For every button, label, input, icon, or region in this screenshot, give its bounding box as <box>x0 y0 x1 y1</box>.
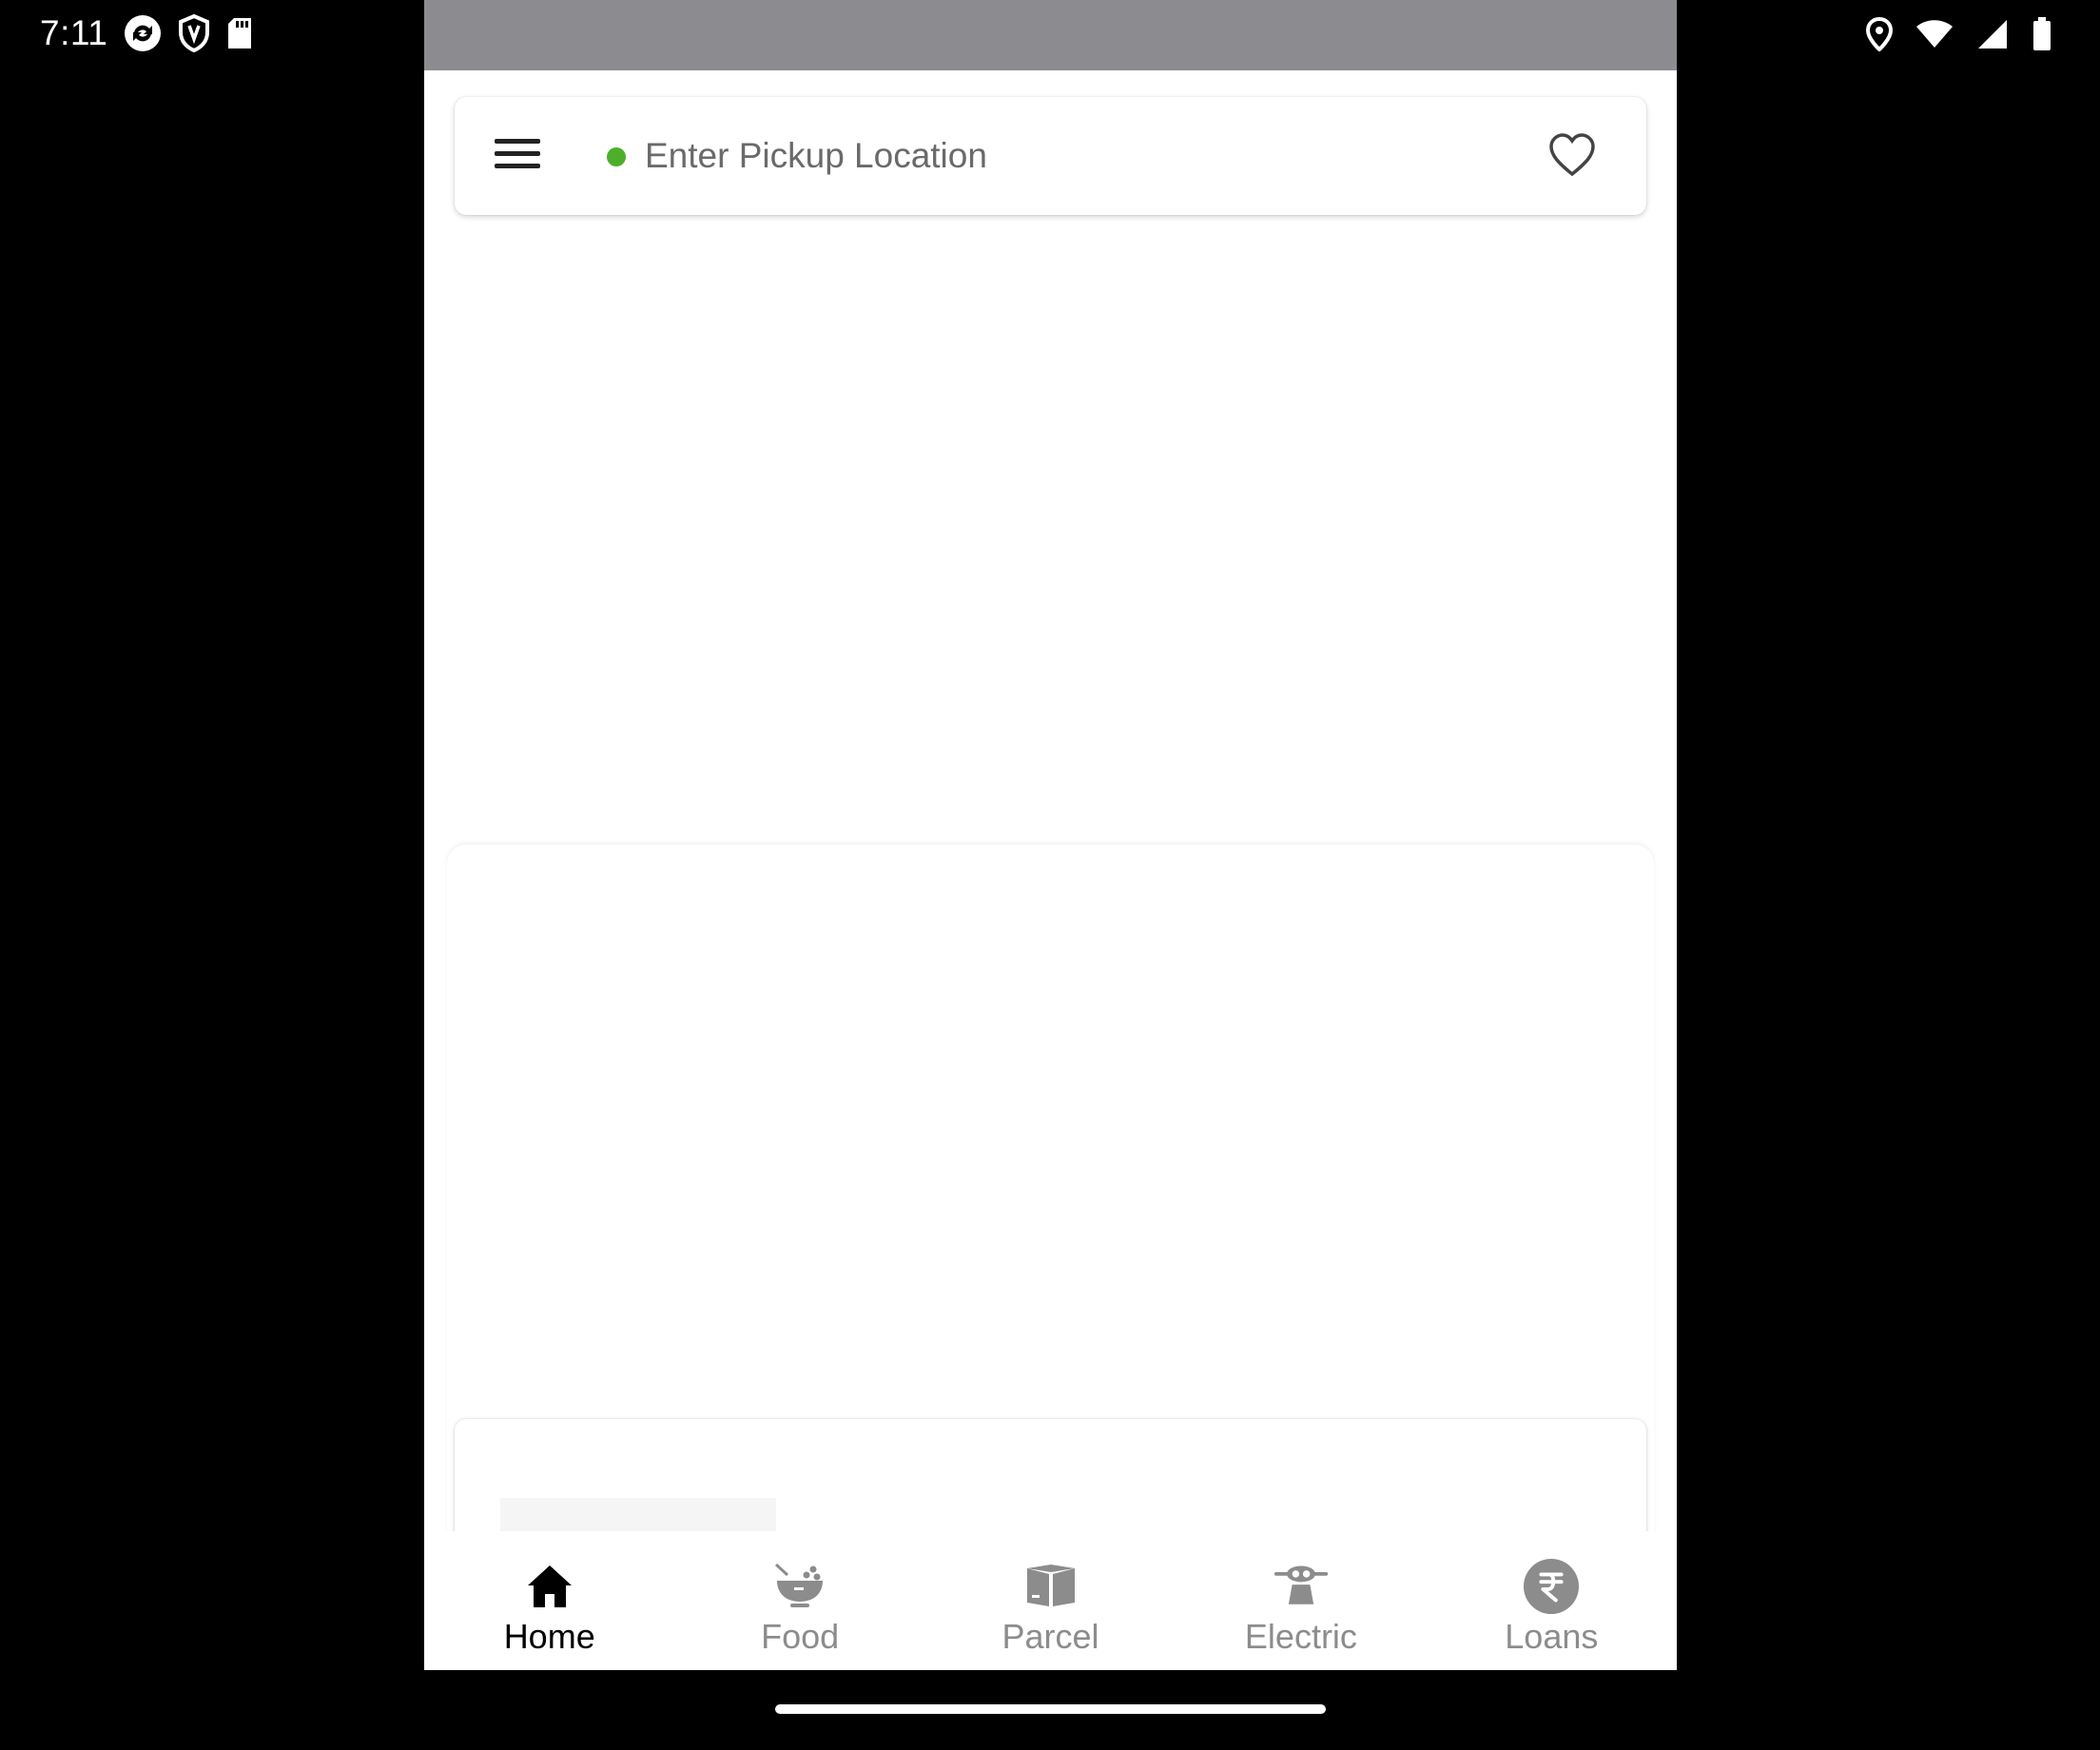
status-bar-left: 7:11 <box>40 13 254 53</box>
location-pin-icon <box>1866 17 1893 51</box>
nav-label-parcel: Parcel <box>1001 1617 1099 1656</box>
home-icon <box>521 1558 578 1615</box>
nav-item-food[interactable]: Food <box>674 1531 924 1670</box>
electric-scooter-icon <box>1273 1558 1330 1615</box>
parcel-box-icon <box>1022 1558 1079 1615</box>
nav-item-home[interactable]: Home <box>424 1531 674 1670</box>
nav-label-food: Food <box>761 1617 840 1656</box>
food-bowl-icon <box>771 1558 828 1615</box>
nav-item-parcel[interactable]: Parcel <box>925 1531 1176 1670</box>
nav-item-electric[interactable]: Electric <box>1176 1531 1426 1670</box>
status-time: 7:11 <box>40 13 108 52</box>
nav-label-electric: Electric <box>1244 1617 1357 1656</box>
nav-label-loans: Loans <box>1505 1617 1599 1656</box>
home-gesture-bar[interactable] <box>775 1704 1326 1714</box>
nav-label-home: Home <box>503 1617 595 1656</box>
heart-outline-icon[interactable] <box>1547 131 1597 179</box>
app-top-strip <box>424 0 1677 70</box>
sd-card-icon <box>225 16 254 50</box>
shield-icon <box>178 14 210 52</box>
loading-placeholder <box>500 1498 776 1536</box>
pickup-status-dot <box>607 147 626 166</box>
battery-icon <box>2032 17 2052 51</box>
bottom-navigation: Home Food Parcel Electric Loans <box>424 1531 1677 1670</box>
app-screen: Home Food Parcel Electric Loans <box>424 0 1677 1670</box>
pickup-location-input[interactable] <box>645 126 1368 186</box>
nav-item-loans[interactable]: Loans <box>1427 1531 1677 1670</box>
hamburger-menu-icon[interactable] <box>495 135 542 173</box>
status-bar-right <box>1866 17 2052 51</box>
cell-signal-icon <box>1976 19 2009 49</box>
rupee-icon <box>1523 1558 1580 1615</box>
wifi-icon <box>1915 19 1954 49</box>
sync-icon <box>123 13 163 53</box>
pickup-search-bar <box>455 97 1646 215</box>
